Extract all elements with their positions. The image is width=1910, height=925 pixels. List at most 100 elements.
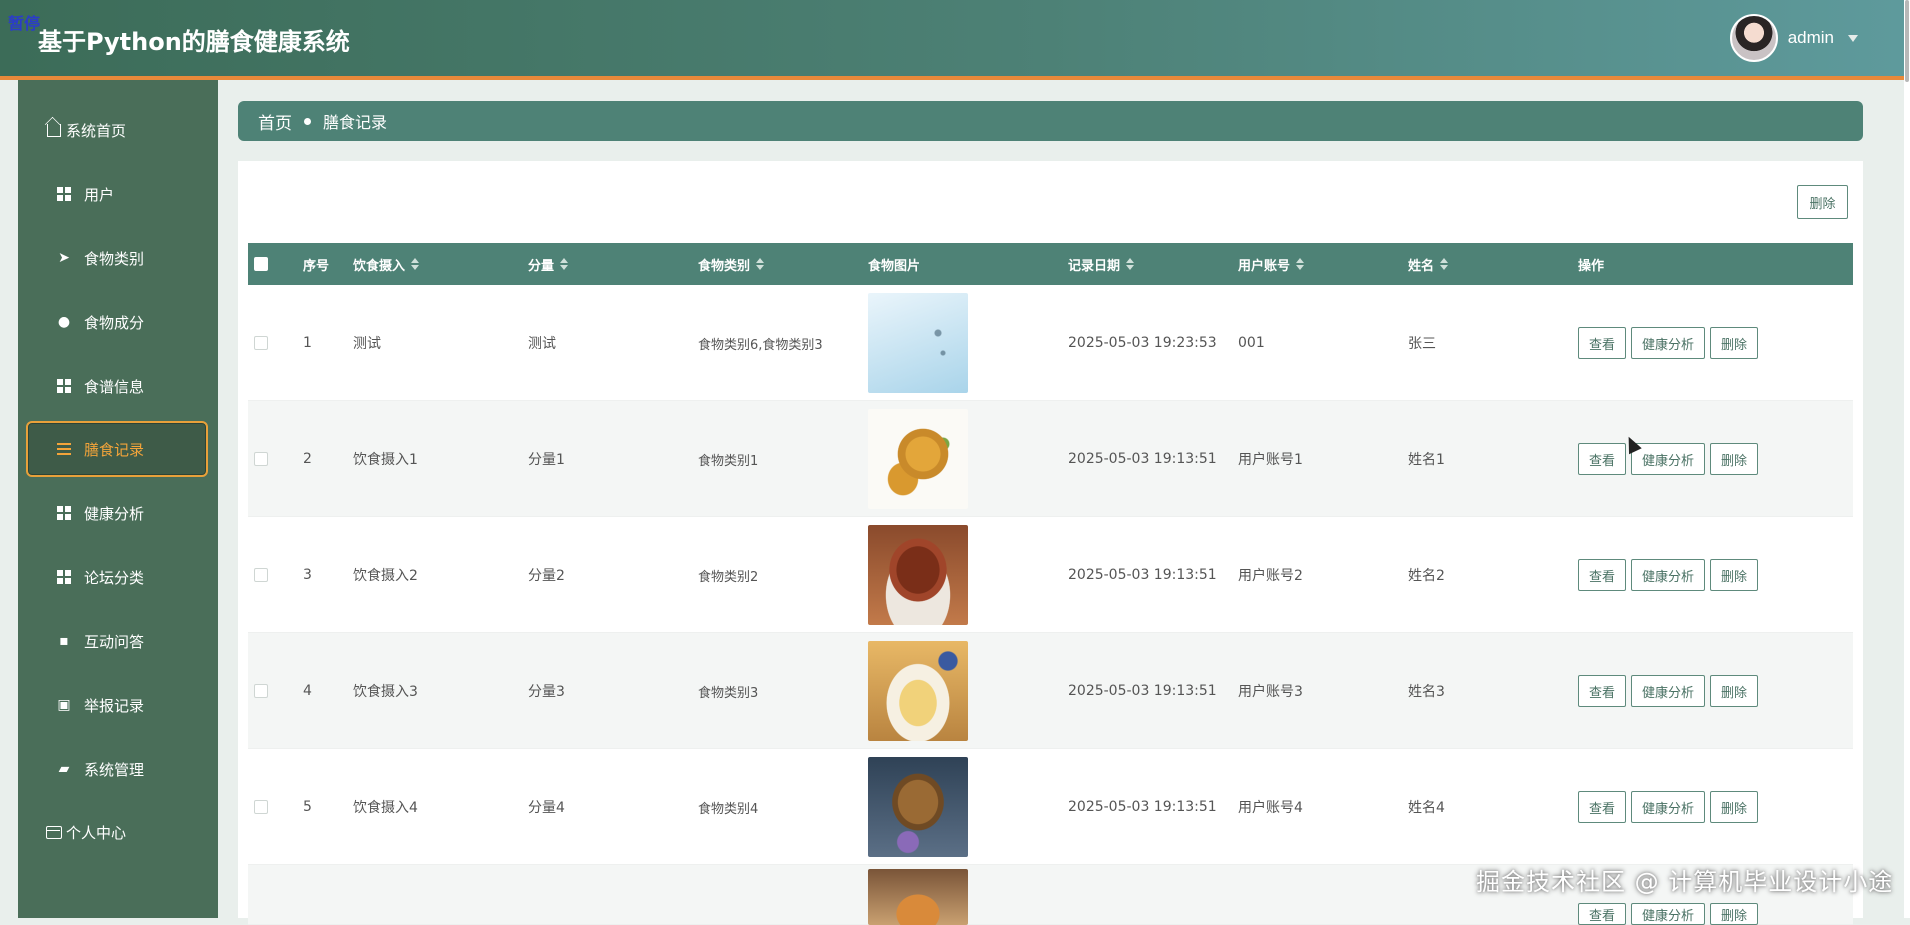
cell-date: 2025-05-03 19:13:51 xyxy=(1068,683,1217,699)
food-image[interactable] xyxy=(868,525,968,625)
sidebar-item-home[interactable]: 系统首页 xyxy=(18,102,218,158)
health-analysis-button[interactable]: 健康分析 xyxy=(1631,327,1706,359)
sidebar-item-food-ingredients[interactable]: ● 食物成分 xyxy=(18,294,218,350)
food-image[interactable] xyxy=(868,293,968,393)
grid-icon xyxy=(56,186,72,202)
row-checkbox[interactable] xyxy=(254,800,268,814)
food-image[interactable] xyxy=(868,869,968,925)
grid-icon xyxy=(56,569,72,585)
content-panel: 删除 序号 饮食摄入 分量 食物类别 食物图片 记录日期 用户账号 姓名 操作 … xyxy=(238,161,1863,925)
sidebar-item-reports[interactable]: ▣ 举报记录 xyxy=(18,677,218,733)
sidebar-item-system[interactable]: ▰ 系统管理 xyxy=(18,741,218,797)
cell-category: 食物类别6,食物类别3 xyxy=(698,337,823,353)
breadcrumb: 首页 膳食记录 xyxy=(238,101,1863,141)
sidebar-item-forum-category[interactable]: 论坛分类 xyxy=(18,549,218,605)
sort-icon[interactable] xyxy=(1296,258,1305,270)
home-icon xyxy=(46,122,62,138)
delete-button[interactable]: 删除 xyxy=(1710,327,1759,359)
chevron-down-icon[interactable] xyxy=(1848,34,1858,42)
cell-category: 食物类别4 xyxy=(698,801,759,817)
cell-account: 用户账号1 xyxy=(1238,452,1303,468)
sidebar-item-profile[interactable]: 个人中心 xyxy=(18,804,218,860)
top-header: 暂停 基于Python的膳食健康系统 admin xyxy=(0,0,1904,80)
sidebar-item-label: 健康分析 xyxy=(84,504,145,523)
sidebar-item-recipes[interactable]: 食谱信息 xyxy=(18,358,218,414)
select-all-cell[interactable] xyxy=(254,243,268,285)
table-row: 1 测试 测试 食物类别6,食物类别3 2025-05-03 19:23:53 … xyxy=(248,285,1853,401)
cell-account: 用户账号3 xyxy=(1238,684,1303,700)
health-analysis-button[interactable]: 健康分析 xyxy=(1631,443,1706,475)
delete-button[interactable]: 删除 xyxy=(1710,559,1759,591)
health-analysis-button[interactable]: 健康分析 xyxy=(1631,903,1706,925)
row-checkbox[interactable] xyxy=(254,684,268,698)
scrollbar-thumb[interactable] xyxy=(1905,0,1909,82)
view-button[interactable]: 查看 xyxy=(1578,791,1627,823)
sidebar-item-label: 系统管理 xyxy=(84,760,145,779)
row-checkbox[interactable] xyxy=(254,336,268,350)
sidebar-item-food-category[interactable]: ➤ 食物类别 xyxy=(18,230,218,286)
row-actions: 查看 健康分析 删除 xyxy=(1578,285,1759,401)
health-analysis-button[interactable]: 健康分析 xyxy=(1631,559,1706,591)
cell-index: 3 xyxy=(303,567,312,583)
cell-date: 2025-05-03 19:13:51 xyxy=(1068,567,1217,583)
view-button[interactable]: 查看 xyxy=(1578,903,1627,925)
column-header-account[interactable]: 用户账号 xyxy=(1238,243,1305,285)
cell-name: 姓名3 xyxy=(1408,684,1445,700)
cell-category: 食物类别1 xyxy=(698,453,759,469)
cell-portion: 分量2 xyxy=(528,568,565,584)
column-header-intake[interactable]: 饮食摄入 xyxy=(353,243,420,285)
delete-button[interactable]: 删除 xyxy=(1710,443,1759,475)
sidebar-item-label: 论坛分类 xyxy=(84,568,145,587)
column-header-name[interactable]: 姓名 xyxy=(1408,243,1449,285)
food-image[interactable] xyxy=(868,641,968,741)
delete-button[interactable]: 删除 xyxy=(1710,675,1759,707)
sort-icon[interactable] xyxy=(1440,258,1449,270)
sidebar-item-qa[interactable]: ▪ 互动问答 xyxy=(18,613,218,669)
sidebar-item-health-analysis[interactable]: 健康分析 xyxy=(18,485,218,541)
select-all-checkbox[interactable] xyxy=(254,257,268,271)
row-checkbox[interactable] xyxy=(254,568,268,582)
avatar[interactable] xyxy=(1729,14,1778,62)
breadcrumb-current: 膳食记录 xyxy=(323,113,388,132)
sidebar: 系统首页 用户 ➤ 食物类别 ● 食物成分 食谱信息 膳食记录 健康分析 论坛分… xyxy=(18,80,218,918)
sidebar-item-label: 膳食记录 xyxy=(84,440,145,459)
view-button[interactable]: 查看 xyxy=(1578,675,1627,707)
sidebar-item-label: 个人中心 xyxy=(66,823,127,842)
settings-icon: ▰ xyxy=(58,761,70,777)
view-button[interactable]: 查看 xyxy=(1578,327,1627,359)
chat-icon: ▪ xyxy=(59,633,69,649)
view-button[interactable]: 查看 xyxy=(1578,443,1627,475)
column-header-portion[interactable]: 分量 xyxy=(528,243,569,285)
sort-icon[interactable] xyxy=(756,258,765,270)
cell-portion: 分量1 xyxy=(528,452,565,468)
column-header-category[interactable]: 食物类别 xyxy=(698,243,765,285)
records-table: 序号 饮食摄入 分量 食物类别 食物图片 记录日期 用户账号 姓名 操作 1 测… xyxy=(248,243,1853,925)
cell-index: 5 xyxy=(303,799,312,815)
column-header-date[interactable]: 记录日期 xyxy=(1068,243,1135,285)
health-analysis-button[interactable]: 健康分析 xyxy=(1631,675,1706,707)
sort-icon[interactable] xyxy=(560,258,569,270)
view-button[interactable]: 查看 xyxy=(1578,559,1627,591)
app-title: 基于Python的膳食健康系统 xyxy=(38,28,350,56)
sort-icon[interactable] xyxy=(411,258,420,270)
page-scrollbar[interactable] xyxy=(1904,0,1910,918)
table-row: 4 饮食摄入3 分量3 食物类别3 2025-05-03 19:13:51 用户… xyxy=(248,633,1853,749)
cell-intake: 测试 xyxy=(353,336,381,352)
sidebar-item-label: 食物类别 xyxy=(84,249,145,268)
sidebar-item-diet-records[interactable]: 膳食记录 xyxy=(26,421,208,477)
food-image[interactable] xyxy=(868,409,968,509)
health-analysis-button[interactable]: 健康分析 xyxy=(1631,791,1706,823)
user-name[interactable]: admin xyxy=(1788,28,1834,48)
sort-icon[interactable] xyxy=(1126,258,1135,270)
batch-delete-button[interactable]: 删除 xyxy=(1797,185,1848,219)
food-image[interactable] xyxy=(868,757,968,857)
sidebar-item-users[interactable]: 用户 xyxy=(18,166,218,222)
delete-button[interactable]: 删除 xyxy=(1710,903,1759,925)
delete-button[interactable]: 删除 xyxy=(1710,791,1759,823)
row-checkbox[interactable] xyxy=(254,452,268,466)
user-menu[interactable]: admin xyxy=(1729,14,1858,62)
column-header-image: 食物图片 xyxy=(868,258,921,274)
breadcrumb-home[interactable]: 首页 xyxy=(258,109,292,134)
grid-icon xyxy=(56,505,72,521)
cell-account: 001 xyxy=(1238,335,1265,351)
